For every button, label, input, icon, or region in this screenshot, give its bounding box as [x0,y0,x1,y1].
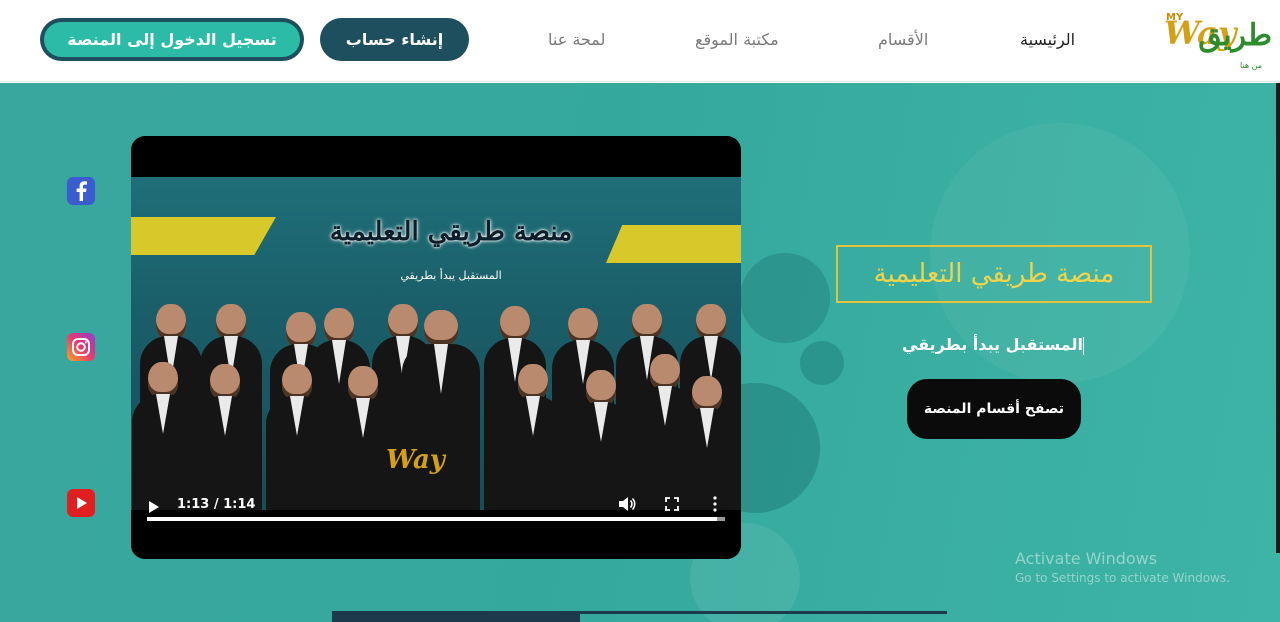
bg-decoration [800,341,844,385]
scrollbar[interactable] [1276,83,1280,553]
nav-home[interactable]: الرئيسية [1020,30,1075,49]
login-button[interactable]: تسجيل الدخول إلى المنصة [40,18,304,61]
platform-slogan: المستقبل يبدأ بطريقي [880,335,1084,355]
volume-icon[interactable] [618,496,636,512]
video-thumbnail[interactable]: منصة طريقي التعليمية المستقبل يبدأ بطريق… [131,177,741,510]
video-player[interactable]: منصة طريقي التعليمية المستقبل يبدأ بطريق… [131,136,741,559]
person-figure [569,368,633,510]
platform-slogan-text: المستقبل يبدأ بطريقي [901,335,1083,354]
fullscreen-icon[interactable] [665,497,679,511]
watermark-title: Activate Windows [1015,549,1158,568]
nav-sections[interactable]: الأقسام [878,30,928,49]
browse-sections-button[interactable]: تصفح أقسام المنصة [907,379,1081,439]
youtube-icon[interactable] [67,489,95,517]
video-subtitle: المستقبل يبدأ بطريقي [400,269,502,282]
video-controls: 1:13 / 1:14 [131,496,741,559]
video-decor-stripe [606,225,741,263]
video-time: 1:13 / 1:14 [177,497,256,512]
more-options-icon[interactable] [713,496,717,512]
play-icon[interactable] [149,501,159,513]
facebook-icon[interactable] [67,177,95,205]
person-figure [131,360,195,510]
video-decor-stripe [131,217,276,255]
person-figure [265,362,329,510]
logo-arabic-text: طريق [1198,18,1273,53]
video-logo: Way [386,445,445,475]
video-progress-bar[interactable] [147,517,725,521]
page-edge-strip [332,611,580,622]
text-cursor [1083,336,1084,355]
bg-decoration [740,253,830,343]
person-figure [331,364,395,510]
instagram-icon[interactable] [67,333,95,361]
person-figure [193,362,257,510]
person-figure [501,362,565,510]
activate-windows-watermark: Activate Windows Go to Settings to activ… [1015,549,1230,585]
site-logo[interactable]: MY Way طريق من هنا [1164,12,1273,70]
watermark-subtitle: Go to Settings to activate Windows. [1015,571,1230,585]
login-button-label: تسجيل الدخول إلى المنصة [44,22,300,57]
video-progress-fill [147,517,718,521]
person-figure [675,374,739,510]
nav-about[interactable]: لمحة عنا [548,30,605,49]
platform-brand-box: منصة طريقي التعليمية [836,245,1152,303]
nav-library[interactable]: مكتبة الموقع [695,30,779,49]
site-header: MY Way طريق من هنا الرئيسية الأقسام مكتب… [0,0,1280,82]
platform-name: منصة طريقي التعليمية [873,259,1115,289]
signup-button[interactable]: إنشاء حساب [320,18,469,61]
hero-section: منصة طريقي التعليمية المستقبل يبدأ بطريق… [0,83,1280,622]
person-figure [401,308,481,510]
video-crowd-image [131,302,741,510]
page-edge-strip [580,611,947,614]
video-title: منصة طريقي التعليمية [329,217,573,247]
logo-tagline: من هنا [1240,61,1262,70]
